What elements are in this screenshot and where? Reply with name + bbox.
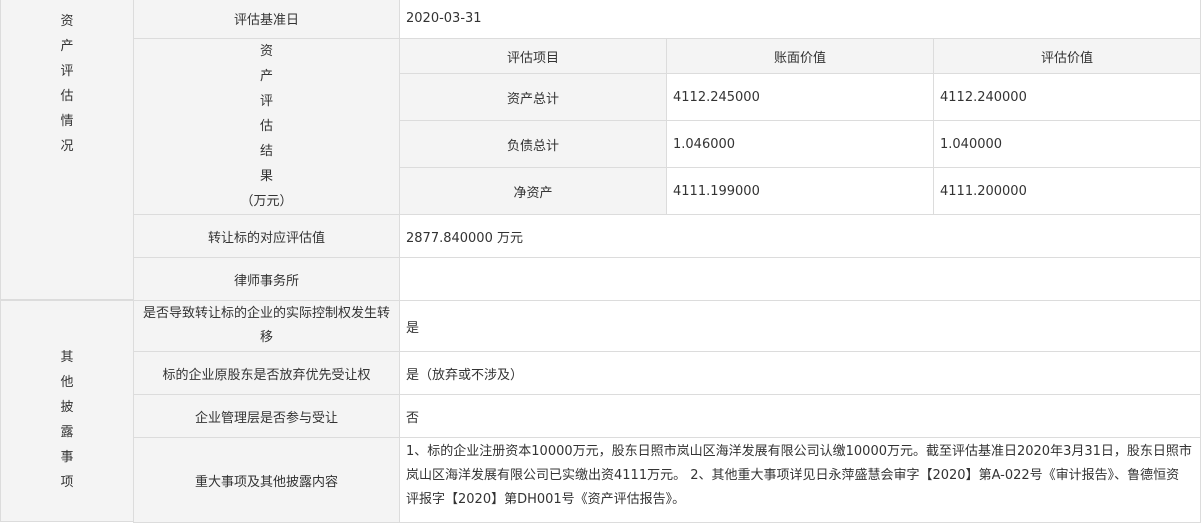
other-title-char: 项 <box>60 475 74 490</box>
other-title-char: 事 <box>60 450 74 465</box>
asset-title-char: 产 <box>60 39 74 54</box>
asset-title-char: 情 <box>60 114 74 129</box>
asset-section-title: 资 产 评 估 情 况 <box>0 0 134 300</box>
table-row-appraised: 1.040000 <box>933 120 1201 168</box>
table-row-book: 4111.199000 <box>666 167 934 215</box>
management-participation-label: 企业管理层是否参与受让 <box>133 394 400 438</box>
preemptive-right-label: 标的企业原股东是否放弃优先受让权 <box>133 351 400 395</box>
result-label: 资 产 评 估 结 果 （万元） <box>133 38 400 215</box>
table-row-appraised: 4111.200000 <box>933 167 1201 215</box>
asset-title-char: 评 <box>60 64 74 79</box>
transfer-value: 2877.840000 万元 <box>399 214 1201 258</box>
table-row-book: 4112.245000 <box>666 73 934 121</box>
law-firm-value <box>399 257 1201 301</box>
table-row-item: 负债总计 <box>399 120 667 168</box>
table-row-item: 净资产 <box>399 167 667 215</box>
asset-title-char: 况 <box>60 139 74 154</box>
base-date-value: 2020-03-31 <box>399 0 1201 39</box>
other-title-char: 他 <box>60 375 74 390</box>
table-row-book: 1.046000 <box>666 120 934 168</box>
asset-title-char: 估 <box>60 89 74 104</box>
other-title-char: 其 <box>60 350 74 365</box>
base-date-label: 评估基准日 <box>133 0 400 39</box>
transfer-value-label: 转让标的对应评估值 <box>133 214 400 258</box>
law-firm-label: 律师事务所 <box>133 257 400 301</box>
table-row-appraised: 4112.240000 <box>933 73 1201 121</box>
table-header-item: 评估项目 <box>399 38 667 74</box>
table-header-book: 账面价值 <box>666 38 934 74</box>
asset-title-char: 资 <box>60 14 74 29</box>
major-matters-label: 重大事项及其他披露内容 <box>133 437 400 523</box>
other-title-char: 露 <box>60 425 74 440</box>
management-participation-value: 否 <box>399 394 1201 438</box>
preemptive-right-value: 是（放弃或不涉及） <box>399 351 1201 395</box>
major-matters-value: 1、标的企业注册资本10000万元，股东日照市岚山区海洋发展有限公司认缴1000… <box>399 437 1201 523</box>
other-title-char: 披 <box>60 400 74 415</box>
control-transfer-value: 是 <box>399 300 1201 352</box>
control-transfer-label: 是否导致转让标的企业的实际控制权发生转移 <box>133 300 400 352</box>
table-header-appraised: 评估价值 <box>933 38 1201 74</box>
table-row-item: 资产总计 <box>399 73 667 121</box>
other-section-title: 其 他 披 露 事 项 <box>0 300 134 522</box>
